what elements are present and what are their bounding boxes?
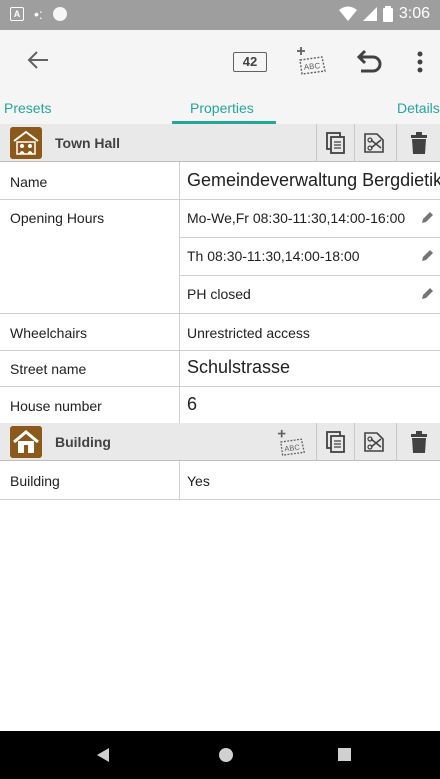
value-wheelchairs[interactable]: Unrestricted access bbox=[187, 325, 310, 341]
building-icon bbox=[10, 426, 42, 458]
town-hall-icon bbox=[10, 127, 42, 159]
copy-button[interactable] bbox=[316, 124, 354, 162]
table-row: Street name Schulstrasse bbox=[0, 351, 440, 387]
notification-a-icon: A bbox=[10, 7, 24, 21]
cut-icon bbox=[363, 133, 384, 153]
copy-icon bbox=[325, 132, 345, 154]
address-count-button[interactable]: 42 bbox=[233, 52, 267, 72]
signal-icon bbox=[362, 7, 377, 21]
key-building: Building bbox=[10, 473, 60, 489]
edit-pencil-icon[interactable] bbox=[420, 287, 434, 301]
status-bar: A •: 3:06 bbox=[0, 0, 440, 30]
trash-icon bbox=[410, 431, 427, 453]
value-opening-hours-3[interactable]: PH closed bbox=[187, 286, 251, 302]
value-building[interactable]: Yes bbox=[187, 473, 210, 489]
value-house-number-field[interactable]: 6 bbox=[187, 394, 197, 415]
copy-icon bbox=[325, 431, 345, 453]
battery-icon bbox=[382, 6, 393, 22]
table-row: House number 6 bbox=[0, 387, 440, 423]
undo-icon[interactable] bbox=[355, 49, 383, 75]
abc-label: ABC bbox=[303, 61, 321, 72]
notification-circle-icon bbox=[52, 7, 67, 21]
add-tag-icon: ABC bbox=[277, 429, 305, 456]
cut-icon bbox=[363, 432, 384, 452]
preset-header-town-hall: Town Hall bbox=[0, 124, 440, 162]
add-tag-icon[interactable]: ABC bbox=[296, 44, 328, 76]
value-opening-hours-2[interactable]: Th 08:30-11:30,14:00-18:00 bbox=[187, 248, 360, 264]
cut-button[interactable] bbox=[354, 124, 392, 162]
add-tag-button[interactable]: ABC bbox=[268, 423, 316, 461]
edit-pencil-icon[interactable] bbox=[420, 211, 434, 225]
preset-title: Town Hall bbox=[55, 135, 121, 151]
status-time: 3:06 bbox=[398, 5, 430, 22]
value-name-field[interactable]: Gemeindeverwaltung Bergdietikon bbox=[187, 170, 440, 191]
tab-details[interactable]: Details bbox=[397, 100, 440, 116]
key-wheelchairs: Wheelchairs bbox=[10, 325, 88, 341]
table-row: Name Gemeindeverwaltung Bergdietikon bbox=[0, 162, 440, 200]
nav-recents-icon[interactable] bbox=[338, 748, 351, 761]
tab-bar: Presets Properties Details bbox=[0, 92, 440, 124]
system-nav-bar bbox=[0, 731, 440, 779]
preset-title: Building bbox=[55, 434, 111, 450]
back-arrow-icon[interactable] bbox=[24, 46, 52, 74]
nav-home-icon[interactable] bbox=[219, 748, 233, 762]
key-street-name: Street name bbox=[10, 361, 87, 377]
key-house-number: House number bbox=[10, 398, 102, 414]
key-name: Name bbox=[10, 174, 48, 190]
trash-icon bbox=[410, 132, 427, 154]
value-street-name-field[interactable]: Schulstrasse bbox=[187, 357, 290, 378]
more-options-icon[interactable] bbox=[410, 48, 430, 76]
key-opening-hours: Opening Hours bbox=[10, 210, 105, 226]
table-row: Wheelchairs Unrestricted access bbox=[0, 314, 440, 351]
edit-pencil-icon[interactable] bbox=[420, 249, 434, 263]
value-opening-hours-1[interactable]: Mo-We,Fr 08:30-11:30,14:00-16:00 bbox=[187, 210, 405, 226]
nav-back-icon[interactable] bbox=[95, 747, 111, 763]
table-row: Building Yes bbox=[0, 461, 440, 500]
wifi-icon bbox=[338, 6, 357, 21]
preset-header-building: Building ABC bbox=[0, 423, 440, 461]
delete-button[interactable] bbox=[396, 423, 440, 461]
app-toolbar: 42 ABC bbox=[0, 30, 440, 92]
tab-presets[interactable]: Presets bbox=[4, 100, 51, 116]
abc-label: ABC bbox=[284, 443, 301, 454]
notification-dots-icon: •: bbox=[34, 6, 43, 22]
tab-properties[interactable]: Properties bbox=[190, 100, 254, 116]
table-row: Opening Hours Mo-We,Fr 08:30-11:30,14:00… bbox=[0, 200, 440, 314]
delete-button[interactable] bbox=[396, 124, 440, 162]
cut-button[interactable] bbox=[354, 423, 392, 461]
copy-button[interactable] bbox=[316, 423, 354, 461]
